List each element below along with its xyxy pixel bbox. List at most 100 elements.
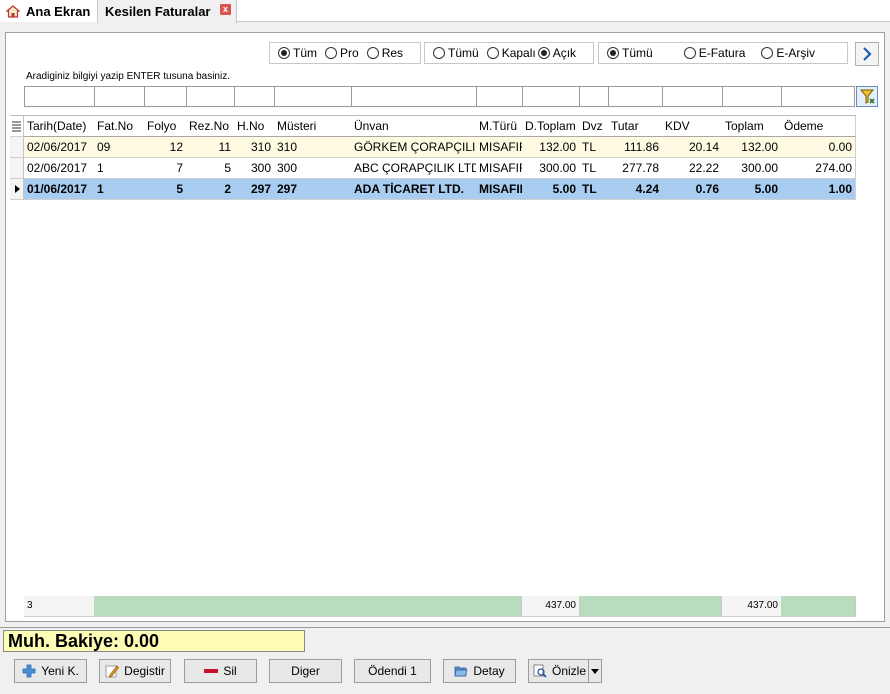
- radio-dot: [325, 47, 337, 59]
- column-header[interactable]: Rez.No: [186, 116, 235, 137]
- cell-kdv: 0.76: [662, 179, 723, 200]
- cell-dtoplam: 300.00: [522, 158, 580, 179]
- summary-dtoplam: 437.00: [522, 596, 580, 617]
- cell-hno: 300: [234, 158, 275, 179]
- column-header[interactable]: Toplam: [722, 116, 782, 137]
- einvoice-filter-group: Tümü E-Fatura E-Arşiv: [598, 42, 848, 64]
- next-button[interactable]: [855, 42, 879, 66]
- filter-input-tarih[interactable]: [24, 86, 95, 107]
- status-filter-group: Tümü Kapalı Açık: [424, 42, 594, 64]
- cell-dvz: TL: [579, 158, 609, 179]
- filter-radio-efatura[interactable]: E-Fatura: [683, 46, 745, 60]
- tab-invoices[interactable]: Kesilen Faturalar x: [97, 0, 237, 23]
- cell-odeme: 274.00: [781, 158, 856, 179]
- account-balance: Muh. Bakiye: 0.00: [3, 630, 305, 652]
- edit-button[interactable]: Degistir: [99, 659, 171, 683]
- summary-count: 3: [24, 596, 95, 617]
- column-header[interactable]: Ödeme: [781, 116, 856, 137]
- clear-filter-button[interactable]: [856, 86, 878, 107]
- preview-button[interactable]: Önizle: [528, 659, 602, 683]
- preview-icon: [533, 664, 547, 678]
- cell-fatno: 1: [94, 179, 145, 200]
- detail-button-label: Detay: [473, 664, 505, 678]
- column-header[interactable]: D.Toplam: [522, 116, 580, 137]
- column-header[interactable]: Tarih(Date): [24, 116, 95, 137]
- plus-icon: [22, 664, 36, 678]
- filter-input-folyo[interactable]: [144, 86, 187, 107]
- cell-toplam: 5.00: [722, 179, 782, 200]
- cell-unvan: GÖRKEM ÇORAPÇILIK: [351, 137, 477, 158]
- radio-dot: [537, 47, 550, 59]
- filter-radio-acik[interactable]: Açık: [537, 46, 576, 60]
- detail-button[interactable]: Detay: [443, 659, 516, 683]
- radio-dot: [366, 47, 379, 59]
- chevron-right-icon: [863, 47, 872, 61]
- filter-input-fatno[interactable]: [94, 86, 145, 107]
- filter-radio-tumu[interactable]: Tümü: [433, 46, 479, 60]
- filter-input-unvan[interactable]: [351, 86, 477, 107]
- tab-home[interactable]: Ana Ekran: [0, 0, 97, 22]
- column-header[interactable]: H.No: [234, 116, 275, 137]
- delete-button[interactable]: Sil: [184, 659, 257, 683]
- table-row[interactable]: 02/06/2017 1 7 5 300 300 ABC ÇORAPÇILIK …: [10, 158, 856, 179]
- cell-hno: 297: [234, 179, 275, 200]
- column-header[interactable]: Müsteri: [274, 116, 352, 137]
- filter-input-tutar[interactable]: [608, 86, 663, 107]
- cell-dtoplam: 132.00: [522, 137, 580, 158]
- cell-tutar: 277.78: [608, 158, 663, 179]
- table-row-selected[interactable]: 01/06/2017 1 5 2 297 297 ADA TİCARET LTD…: [10, 179, 856, 200]
- cell-kdv: 20.14: [662, 137, 723, 158]
- new-button[interactable]: Yeni K.: [14, 659, 87, 683]
- divider: [0, 627, 890, 628]
- filter-input-rezno[interactable]: [186, 86, 235, 107]
- cell-rezno: 2: [186, 179, 235, 200]
- cell-unvan: ADA TİCARET LTD.: [351, 179, 477, 200]
- column-header[interactable]: Folyo: [144, 116, 187, 137]
- column-chooser-icon[interactable]: [10, 116, 24, 137]
- filter-input-odeme[interactable]: [781, 86, 855, 107]
- row-indicator-arrow-icon[interactable]: [10, 179, 24, 200]
- row-indicator[interactable]: [10, 137, 24, 158]
- table-row[interactable]: 02/06/2017 09 12 11 310 310 GÖRKEM ÇORAP…: [10, 137, 856, 158]
- cell-tarih: 02/06/2017: [24, 137, 95, 158]
- preview-button-label: Önizle: [552, 664, 587, 678]
- filter-input-hno[interactable]: [234, 86, 275, 107]
- filter-radio-kapali[interactable]: Kapalı: [486, 46, 536, 60]
- cell-tarih: 02/06/2017: [24, 158, 95, 179]
- filter-radio-earsiv[interactable]: E-Arşiv: [761, 46, 815, 60]
- filter-radio-pro[interactable]: Pro: [325, 46, 359, 60]
- filter-radio-tum[interactable]: Tüm: [278, 46, 317, 60]
- column-header[interactable]: Fat.No: [94, 116, 145, 137]
- filter-input-kdv[interactable]: [662, 86, 723, 107]
- cell-tarih: 01/06/2017: [24, 179, 95, 200]
- column-header[interactable]: Ünvan: [351, 116, 477, 137]
- cell-folyo: 12: [144, 137, 187, 158]
- cell-kdv: 22.22: [662, 158, 723, 179]
- cell-odeme: 1.00: [781, 179, 856, 200]
- minus-icon: [204, 669, 219, 673]
- cell-musteri: 297: [274, 179, 352, 200]
- filter-radio-tumu-e[interactable]: Tümü: [607, 46, 653, 60]
- filter-input-mturu[interactable]: [476, 86, 523, 107]
- preview-dropdown-icon[interactable]: [588, 660, 601, 682]
- close-tab-icon[interactable]: x: [220, 4, 231, 15]
- filter-input-dvz[interactable]: [579, 86, 609, 107]
- filter-radio-res[interactable]: Res: [366, 46, 403, 60]
- pencil-icon: [105, 665, 120, 678]
- cell-rezno: 11: [186, 137, 235, 158]
- column-header[interactable]: M.Türü: [476, 116, 523, 137]
- paid-button[interactable]: Ödendi 1: [354, 659, 431, 683]
- cell-unvan: ABC ÇORAPÇILIK LTD: [351, 158, 477, 179]
- radio-dot: [278, 47, 290, 59]
- filter-input-dtoplam[interactable]: [522, 86, 580, 107]
- filter-input-toplam[interactable]: [722, 86, 782, 107]
- filter-input-musteri[interactable]: [274, 86, 352, 107]
- radio-dot: [607, 47, 619, 59]
- invoice-grid: Tarih(Date) Fat.No Folyo Rez.No H.No Müs…: [10, 115, 856, 591]
- tab-strip: Ana Ekran Kesilen Faturalar x: [0, 0, 890, 23]
- row-indicator[interactable]: [10, 158, 24, 179]
- other-button[interactable]: Diger: [269, 659, 342, 683]
- column-header[interactable]: Tutar: [608, 116, 663, 137]
- column-header[interactable]: Dvz: [579, 116, 609, 137]
- column-header[interactable]: KDV: [662, 116, 723, 137]
